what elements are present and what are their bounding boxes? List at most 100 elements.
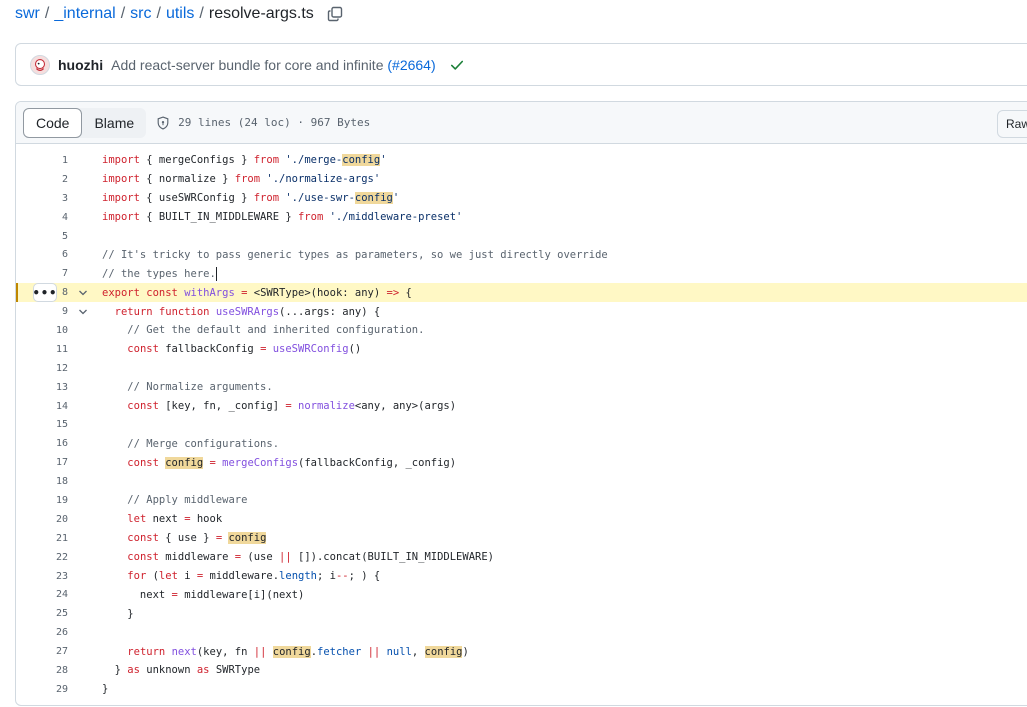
view-mode-toggle: Code Blame xyxy=(23,107,147,138)
breadcrumb-file-name: resolve-args.ts xyxy=(208,5,314,22)
avatar-icon xyxy=(31,55,49,74)
code-line-14: 14 const [key, fn, _config] = normalize<… xyxy=(16,397,1027,416)
code-line-19: 19 // Apply middleware xyxy=(16,491,1027,510)
line-number[interactable]: 21 xyxy=(16,533,68,544)
code-text: // Get the default and inherited configu… xyxy=(127,324,425,337)
line-number[interactable]: 6 xyxy=(16,249,68,260)
code-text: // It's tricky to pass generic types as … xyxy=(102,248,608,261)
code-viewer: Code Blame 29 lines (24 loc) · 967 Bytes… xyxy=(15,101,1027,706)
code-text: let next = hook xyxy=(127,513,223,526)
file-info: 29 lines (24 loc) · 967 Bytes xyxy=(156,115,371,130)
line-number[interactable]: 20 xyxy=(16,514,68,525)
code-line-22: 22 const middleware = (use || []).concat… xyxy=(16,548,1027,567)
checkmark-icon xyxy=(450,60,463,70)
code-line-10: 10 // Get the default and inherited conf… xyxy=(16,321,1027,340)
line-number[interactable]: 23 xyxy=(16,571,68,582)
code-line-29: 29} xyxy=(16,680,1027,699)
line-number[interactable]: 1 xyxy=(16,155,68,166)
line-number[interactable]: 5 xyxy=(16,231,68,242)
shield-icon[interactable] xyxy=(156,115,170,130)
code-viewer-header: Code Blame 29 lines (24 loc) · 967 Bytes… xyxy=(16,102,1027,144)
copy-icon xyxy=(327,6,342,22)
fold-chevron-icon[interactable] xyxy=(68,307,102,317)
code-text: import { normalize } from './normalize-a… xyxy=(102,173,381,186)
line-number[interactable]: 4 xyxy=(16,212,68,223)
breadcrumb-internal[interactable]: _internal xyxy=(54,5,115,23)
breadcrumb-src[interactable]: src xyxy=(130,5,151,23)
line-number[interactable]: 26 xyxy=(16,627,68,638)
file-stats: 29 lines (24 loc) · 967 Bytes xyxy=(178,116,371,129)
code-line-7: 7 // the types here. xyxy=(16,264,1027,283)
line-number[interactable]: 24 xyxy=(16,589,68,600)
line-number[interactable]: 13 xyxy=(16,382,68,393)
line-number[interactable]: 14 xyxy=(16,401,68,412)
line-number[interactable]: 15 xyxy=(16,419,68,430)
check-status-icon[interactable] xyxy=(450,58,464,72)
code-line-8: ••• 8 export const withArgs = <SWRType>(ho… xyxy=(16,283,1027,303)
line-number[interactable]: 19 xyxy=(16,495,68,506)
line-number[interactable]: 9 xyxy=(16,306,68,317)
code-line-27: 27 return next(key, fn || config.fetcher… xyxy=(16,642,1027,661)
breadcrumb: swr / _internal / src / utils / resolve-… xyxy=(15,4,346,24)
code-line-5: 5 xyxy=(16,227,1027,246)
line-number[interactable]: 17 xyxy=(16,457,68,468)
code-text: // Merge configurations. xyxy=(127,437,280,450)
copy-path-button[interactable] xyxy=(324,3,346,25)
raw-button[interactable]: Raw xyxy=(997,110,1027,138)
blame-tab[interactable]: Blame xyxy=(82,108,146,138)
line-number[interactable]: 10 xyxy=(16,325,68,336)
code-line-26: 26 xyxy=(16,623,1027,642)
code-text: const fallbackConfig = useSWRConfig() xyxy=(127,343,362,356)
fold-chevron-icon[interactable] xyxy=(68,288,102,298)
latest-commit-bar: huozhi Add react-server bundle for core … xyxy=(15,43,1027,86)
code-line-17: 17 const config = mergeConfigs(fallbackC… xyxy=(16,453,1027,472)
code-text: // the types here. xyxy=(102,266,217,281)
commit-pr-link[interactable]: (#2664) xyxy=(387,57,435,73)
code-line-24: 24 next = middleware[i](next) xyxy=(16,585,1027,604)
line-number[interactable]: 16 xyxy=(16,438,68,449)
code-line-11: 11 const fallbackConfig = useSWRConfig() xyxy=(16,340,1027,359)
code-tab[interactable]: Code xyxy=(23,107,83,138)
code-line-23: 23 for (let i = middleware.length; i--; … xyxy=(16,567,1027,586)
line-number[interactable]: 27 xyxy=(16,646,68,657)
code-text: const config = mergeConfigs(fallbackConf… xyxy=(127,456,457,469)
code-line-4: 4 import { BUILT_IN_MIDDLEWARE } from './… xyxy=(16,208,1027,227)
commit-author[interactable]: huozhi xyxy=(58,57,103,73)
line-number[interactable]: 29 xyxy=(16,684,68,695)
code-text: return function useSWRArgs(...args: any)… xyxy=(114,305,381,318)
line-number[interactable]: 7 xyxy=(16,268,68,279)
line-number[interactable]: 11 xyxy=(16,344,68,355)
code-text: // Apply middleware xyxy=(127,494,248,507)
code-line-12: 12 xyxy=(16,359,1027,378)
breadcrumb-separator: / xyxy=(156,5,161,22)
code-line-16: 16 // Merge configurations. xyxy=(16,434,1027,453)
line-number[interactable]: 22 xyxy=(16,552,68,563)
line-number[interactable]: 18 xyxy=(16,476,68,487)
code-line-6: 6 // It's tricky to pass generic types as… xyxy=(16,245,1027,264)
line-number[interactable]: 25 xyxy=(16,608,68,619)
avatar[interactable] xyxy=(30,54,50,75)
breadcrumb-separator: / xyxy=(44,5,50,22)
line-number[interactable]: 2 xyxy=(16,174,68,185)
breadcrumb-separator: / xyxy=(120,5,126,22)
line-options-button[interactable]: ••• xyxy=(33,283,57,303)
code-text: return next(key, fn || config.fetcher ||… xyxy=(127,645,469,658)
code-line-3: 3 import { useSWRConfig } from './use-swr… xyxy=(16,189,1027,208)
code-text: export const withArgs = <SWRType>(hook: … xyxy=(102,286,412,299)
code-line-21: 21 const { use } = config xyxy=(16,529,1027,548)
code-line-1: 1 import { mergeConfigs } from './merge-c… xyxy=(16,151,1027,170)
code-text: import { useSWRConfig } from './use-swr-… xyxy=(102,192,400,205)
breadcrumb-swr[interactable]: swr xyxy=(15,5,40,23)
code-line-15: 15 xyxy=(16,415,1027,434)
code-text: const middleware = (use || []).concat(BU… xyxy=(127,551,494,564)
code-text: for (let i = middleware.length; i--; ) { xyxy=(127,570,381,583)
code-text: } as unknown as SWRType xyxy=(102,664,261,677)
code-text: import { mergeConfigs } from './merge-co… xyxy=(102,154,387,167)
code-line-18: 18 xyxy=(16,472,1027,491)
code-line-13: 13 // Normalize arguments. xyxy=(16,378,1027,397)
breadcrumb-utils[interactable]: utils xyxy=(166,5,194,23)
line-number[interactable]: 28 xyxy=(16,665,68,676)
line-number[interactable]: 12 xyxy=(16,363,68,374)
commit-message[interactable]: Add react-server bundle for core and inf… xyxy=(111,57,383,73)
line-number[interactable]: 3 xyxy=(16,193,68,204)
